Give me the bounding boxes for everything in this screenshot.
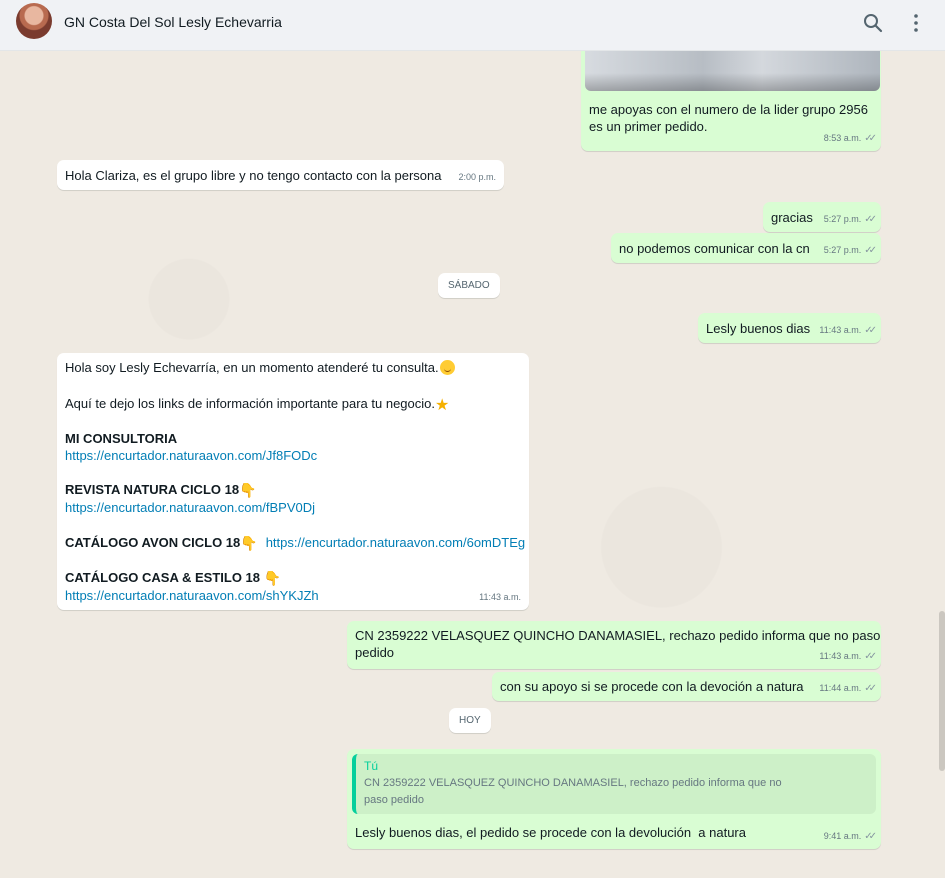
outgoing-image-message[interactable]: me apoyas con el numero de la lider grup… bbox=[581, 51, 881, 151]
outgoing-reply-message[interactable]: Tú CN 2359222 VELASQUEZ QUINCHO DANAMASI… bbox=[347, 749, 881, 849]
outgoing-message[interactable]: con su apoyo si se procede con la devoci… bbox=[492, 672, 881, 701]
message-time: 11:43 a.m. bbox=[479, 592, 521, 602]
message-line: Hola soy Lesly Echevarría, en un momento… bbox=[65, 359, 455, 376]
message-text: con su apoyo si se procede con la devoci… bbox=[500, 679, 804, 694]
section-heading: REVISTA NATURA CICLO 18 bbox=[65, 482, 240, 497]
outgoing-message[interactable]: CN 2359222 VELASQUEZ QUINCHO DANAMASIEL,… bbox=[347, 621, 881, 669]
read-ticks-icon: ✓✓ bbox=[864, 683, 877, 694]
section-heading: CATÁLOGO AVON CICLO 18 bbox=[65, 535, 241, 550]
message-line: Aquí te dejo los links de información im… bbox=[65, 395, 449, 414]
message-text: Hola Clariza, es el grupo libre y no ten… bbox=[65, 168, 442, 183]
message-text: no podemos comunicar con la cn bbox=[619, 241, 810, 256]
message-time: 2:00 p.m. bbox=[458, 172, 496, 182]
chat-header: GN Costa Del Sol Lesly Echevarria bbox=[0, 0, 945, 51]
message-time: 5:27 p.m. bbox=[823, 214, 862, 224]
incoming-links-message[interactable]: Hola soy Lesly Echevarría, en un momento… bbox=[57, 353, 529, 610]
image-thumbnail[interactable] bbox=[585, 51, 880, 91]
read-ticks-icon: ✓✓ bbox=[864, 214, 877, 225]
read-ticks-icon: ✓✓ bbox=[864, 133, 877, 144]
message-text: Lesly buenos dias, el pedido se procede … bbox=[355, 825, 746, 840]
avatar[interactable] bbox=[16, 3, 52, 39]
read-ticks-icon: ✓✓ bbox=[864, 245, 877, 256]
message-meta: 5:27 p.m. ✓✓ bbox=[823, 211, 877, 228]
quote-text: CN 2359222 VELASQUEZ QUINCHO DANAMASIEL,… bbox=[364, 777, 782, 806]
section-heading-row: CATÁLOGO CASA & ESTILO 18 👇 bbox=[65, 569, 281, 587]
pointing-down-emoji-icon: 👇 bbox=[239, 482, 257, 498]
star-emoji-icon: ★ bbox=[435, 397, 450, 414]
read-ticks-icon: ✓✓ bbox=[864, 325, 877, 336]
message-meta: 5:27 p.m. ✓✓ bbox=[823, 242, 877, 259]
chat-area[interactable]: me apoyas con el numero de la lider grup… bbox=[0, 51, 945, 878]
pointing-down-emoji-icon: 👇 bbox=[263, 570, 282, 586]
message-time: 5:27 p.m. bbox=[823, 245, 862, 255]
menu-icon[interactable] bbox=[904, 11, 928, 35]
message-time: 11:44 a.m. bbox=[819, 683, 862, 693]
section-heading: CATÁLOGO CASA & ESTILO 18 bbox=[65, 570, 261, 585]
outgoing-message[interactable]: no podemos comunicar con la cn 5:27 p.m.… bbox=[611, 233, 881, 263]
outgoing-message[interactable]: Lesly buenos dias 11:43 a.m. ✓✓ bbox=[698, 313, 881, 343]
section-heading-row: CATÁLOGO AVON CICLO 18👇 https://encurtado… bbox=[65, 534, 525, 552]
message-time: 11:43 a.m. bbox=[819, 651, 862, 661]
date-chip: HOY bbox=[449, 708, 491, 733]
message-text: Aquí te dejo los links de información im… bbox=[65, 396, 435, 411]
smile-emoji-icon bbox=[439, 360, 455, 375]
message-meta: 8:53 a.m. ✓✓ bbox=[823, 130, 877, 147]
section-heading-row: REVISTA NATURA CICLO 18👇 bbox=[65, 481, 257, 499]
message-text: gracias bbox=[771, 210, 813, 225]
date-chip: SÁBADO bbox=[438, 273, 500, 298]
message-text: Lesly buenos dias bbox=[706, 321, 811, 336]
link[interactable]: https://encurtador.naturaavon.com/fBPV0D… bbox=[65, 499, 315, 516]
quoted-message[interactable]: Tú CN 2359222 VELASQUEZ QUINCHO DANAMASI… bbox=[352, 754, 876, 814]
message-meta: 11:44 a.m. ✓✓ bbox=[819, 680, 877, 697]
search-icon[interactable] bbox=[861, 11, 885, 35]
message-time: 11:43 a.m. bbox=[819, 325, 862, 335]
message-text: CN 2359222 VELASQUEZ QUINCHO DANAMASIEL,… bbox=[355, 628, 881, 660]
quote-author: Tú bbox=[364, 759, 379, 773]
scrollbar[interactable] bbox=[939, 611, 945, 771]
link[interactable]: https://encurtador.naturaavon.com/6omDTE… bbox=[266, 535, 525, 550]
message-meta: 9:41 a.m. ✓✓ bbox=[823, 828, 877, 845]
message-meta: 11:43 a.m. ✓✓ bbox=[819, 322, 877, 339]
message-time: 8:53 a.m. bbox=[823, 133, 862, 143]
message-text: Hola soy Lesly Echevarría, en un momento… bbox=[65, 360, 439, 375]
incoming-message[interactable]: Hola Clariza, es el grupo libre y no ten… bbox=[57, 160, 504, 190]
contact-name[interactable]: GN Costa Del Sol Lesly Echevarria bbox=[64, 14, 282, 30]
message-time: 9:41 a.m. bbox=[823, 831, 862, 841]
pointing-down-emoji-icon: 👇 bbox=[240, 535, 258, 551]
read-ticks-icon: ✓✓ bbox=[864, 831, 877, 842]
message-meta: 11:43 a.m. ✓✓ bbox=[819, 648, 877, 665]
section-heading: MI CONSULTORIA bbox=[65, 431, 178, 446]
link[interactable]: https://encurtador.naturaavon.com/shYKJZ… bbox=[65, 587, 319, 604]
read-ticks-icon: ✓✓ bbox=[864, 651, 877, 662]
link[interactable]: https://encurtador.naturaavon.com/Jf8FOD… bbox=[65, 447, 317, 464]
outgoing-message[interactable]: gracias 5:27 p.m. ✓✓ bbox=[763, 202, 881, 232]
